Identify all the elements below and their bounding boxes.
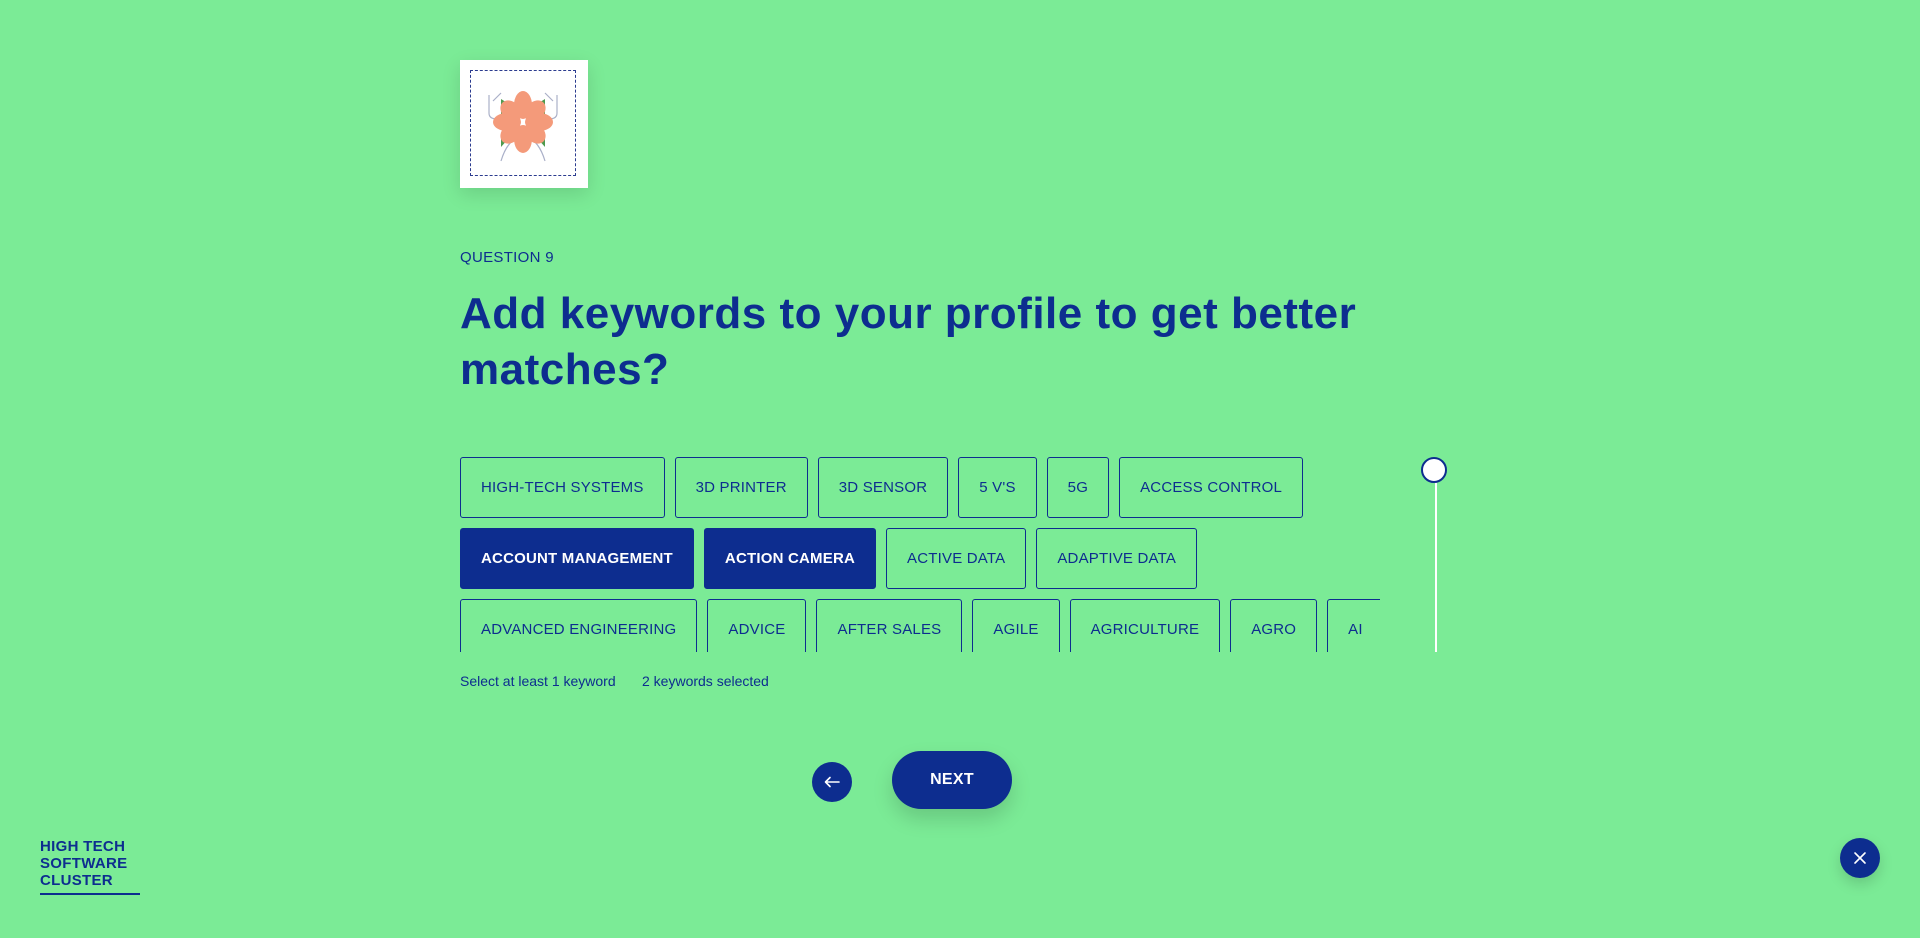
- keyword-list: HIGH-TECH SYSTEMS 3D PRINTER 3D SENSOR 5…: [460, 457, 1380, 652]
- logo-line: CLUSTER: [40, 872, 113, 889]
- page: QUESTION 9 Add keywords to your profile …: [0, 0, 1920, 938]
- keyword-chip[interactable]: AGRICULTURE: [1069, 599, 1221, 652]
- keyword-chip[interactable]: AGRO: [1230, 599, 1318, 652]
- keyword-chip-selected[interactable]: ACCOUNT MANAGEMENT: [460, 528, 694, 589]
- scrollbar-track[interactable]: [1435, 470, 1437, 652]
- close-button[interactable]: [1840, 838, 1880, 878]
- question-title: Add keywords to your profile to get bett…: [460, 289, 1357, 394]
- keyword-row: ADVANCED ENGINEERING ADVICE AFTER SALES …: [460, 599, 1380, 652]
- keyword-chip[interactable]: HIGH-TECH SYSTEMS: [460, 457, 665, 518]
- selected-count: 2 keywords selected: [642, 673, 769, 689]
- back-button[interactable]: [812, 762, 852, 802]
- keyword-chip[interactable]: ADVANCED ENGINEERING: [460, 599, 698, 652]
- scrollbar-thumb[interactable]: [1421, 457, 1447, 483]
- keyword-chip[interactable]: ADVICE: [707, 599, 807, 652]
- illustration-frame: [470, 70, 576, 176]
- keyword-chip[interactable]: AI: [1327, 599, 1380, 652]
- close-icon: [1854, 852, 1866, 864]
- keyword-chip[interactable]: 5 V'S: [958, 457, 1037, 518]
- keyword-chip-selected[interactable]: ACTION CAMERA: [703, 528, 877, 589]
- keyword-chip[interactable]: ADAPTIVE DATA: [1036, 528, 1198, 589]
- question-number: QUESTION 9: [460, 249, 554, 266]
- arrow-left-icon: [824, 776, 840, 788]
- logo[interactable]: HIGH TECH SOFTWARE CLUSTER: [40, 838, 140, 895]
- keyword-chip[interactable]: 5G: [1046, 457, 1110, 518]
- keyword-chip[interactable]: 3D PRINTER: [674, 457, 808, 518]
- keyword-row: ACCOUNT MANAGEMENT ACTION CAMERA ACTIVE …: [460, 528, 1380, 589]
- keyword-chip[interactable]: 3D SENSOR: [817, 457, 949, 518]
- keyword-chip[interactable]: AFTER SALES: [816, 599, 963, 652]
- logo-line: HIGH TECH: [40, 838, 126, 855]
- keyword-chip[interactable]: ACTIVE DATA: [886, 528, 1027, 589]
- clover-illustration-icon: [488, 91, 558, 162]
- min-keyword-hint: Select at least 1 keyword: [460, 673, 616, 689]
- question-illustration: [460, 60, 588, 188]
- logo-line: SOFTWARE: [40, 855, 128, 872]
- keyword-chip[interactable]: AGILE: [972, 599, 1060, 652]
- keyword-chip[interactable]: ACCESS CONTROL: [1119, 457, 1304, 518]
- next-button[interactable]: NEXT: [892, 751, 1012, 809]
- keyword-row: HIGH-TECH SYSTEMS 3D PRINTER 3D SENSOR 5…: [460, 457, 1380, 518]
